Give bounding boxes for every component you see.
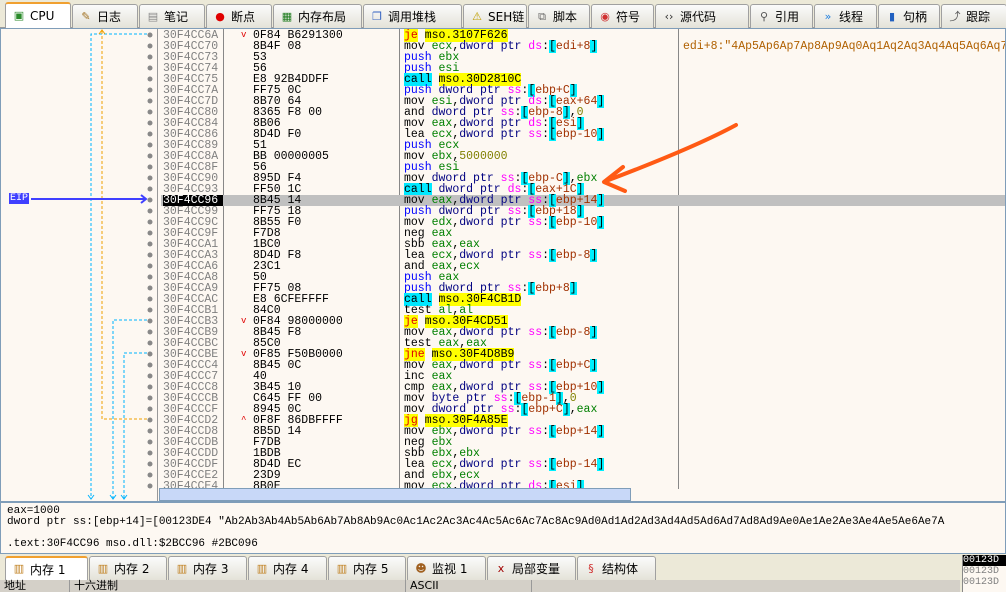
memory-map-icon: ▦ bbox=[281, 9, 293, 23]
threads-icon: » bbox=[824, 9, 832, 23]
memory-dump-header: 地址 十六进制 ASCII bbox=[0, 580, 960, 592]
symbol-icon: ◉ bbox=[600, 9, 610, 23]
tab-label: 内存 2 bbox=[114, 562, 150, 576]
tab-label: 源代码 bbox=[680, 10, 717, 24]
tab-label: 断点 bbox=[231, 10, 256, 24]
bottom-tab-6[interactable]: x 局部变量 bbox=[487, 556, 576, 580]
top-tab-12[interactable]: ▮ 句柄 bbox=[878, 4, 940, 28]
stack-row[interactable]: 00123D bbox=[963, 577, 1006, 588]
tab-label: 内存 3 bbox=[193, 562, 229, 576]
top-tab-1[interactable]: ✎ 日志 bbox=[72, 4, 138, 28]
watch-icon: ☻ bbox=[415, 561, 427, 575]
seh-chain-icon: ⚠ bbox=[472, 9, 482, 23]
tab-label: 笔记 bbox=[164, 10, 189, 24]
stack-panel[interactable]: 00123D 00123D 00123D bbox=[962, 555, 1006, 592]
memory-dump-icon: ▥ bbox=[13, 562, 25, 575]
tab-label: 符号 bbox=[616, 10, 641, 24]
info-panel: eax=1000 dword ptr ss:[ebp+14]=[00123DE4 … bbox=[0, 502, 1006, 554]
top-tab-10[interactable]: ⚲ 引用 bbox=[750, 4, 813, 28]
info-line-memory: dword ptr ss:[ebp+14]=[00123DE4 "Ab2Ab3A… bbox=[7, 516, 945, 528]
tab-label: 内存 4 bbox=[273, 562, 309, 576]
top-tab-7[interactable]: ⧉ 脚本 bbox=[528, 4, 590, 28]
top-tab-2[interactable]: ▤ 笔记 bbox=[139, 4, 205, 28]
memory-dump-icon: ▥ bbox=[97, 561, 109, 575]
top-tab-8[interactable]: ◉ 符号 bbox=[591, 4, 654, 28]
top-tab-13[interactable]: ⤴ 跟踪 bbox=[941, 4, 1006, 28]
header-hex: 十六进制 bbox=[70, 580, 406, 592]
top-tab-6[interactable]: ⚠ SEH链 bbox=[463, 4, 527, 28]
bottom-tab-bar: ▥ 内存 1 ▥ 内存 2 ▥ 内存 3 ▥ 内存 4 ▥ 内存 5 ☻ 监视 1 x 局部变量 § 结构体 bbox=[0, 554, 960, 580]
source-code-icon: ‹› bbox=[664, 9, 674, 23]
script-icon: ⧉ bbox=[538, 9, 546, 23]
tab-label: 线程 bbox=[839, 10, 864, 24]
memory-dump-icon: ▥ bbox=[176, 561, 188, 575]
top-tab-5[interactable]: ❐ 调用堆栈 bbox=[363, 4, 462, 28]
call-stack-icon: ❐ bbox=[372, 9, 382, 23]
locals-icon: x bbox=[497, 561, 505, 575]
top-tab-0[interactable]: ▣ CPU bbox=[5, 2, 71, 28]
tab-label: 内存 1 bbox=[30, 562, 66, 577]
tab-label: CPU bbox=[30, 9, 55, 23]
disassembly-view[interactable]: EIP 30F4CC6A v 0F84 B6291300 je mso.3107F62… bbox=[0, 28, 1006, 502]
stack-row[interactable]: 00123D bbox=[963, 555, 1006, 566]
tab-label: 内存布局 bbox=[298, 10, 347, 24]
handles-icon: ▮ bbox=[888, 9, 896, 23]
tab-label: SEH链 bbox=[488, 10, 525, 24]
cpu-chip-icon: ▣ bbox=[13, 9, 25, 22]
trace-icon: ⤴ bbox=[949, 9, 961, 23]
bottom-tab-4[interactable]: ▥ 内存 5 bbox=[328, 556, 406, 580]
bottom-tab-0[interactable]: ▥ 内存 1 bbox=[5, 556, 88, 580]
references-search-icon: ⚲ bbox=[759, 9, 769, 23]
tab-label: 跟踪 bbox=[966, 10, 991, 24]
struct-icon: § bbox=[588, 561, 594, 575]
bottom-tab-7[interactable]: § 结构体 bbox=[577, 556, 656, 580]
top-tab-9[interactable]: ‹› 源代码 bbox=[655, 4, 749, 28]
top-tab-11[interactable]: » 线程 bbox=[814, 4, 877, 28]
top-tab-3[interactable]: ● 断点 bbox=[206, 4, 272, 28]
memory-dump-icon: ▥ bbox=[256, 561, 268, 575]
tab-label: 局部变量 bbox=[512, 562, 561, 576]
tab-label: 脚本 bbox=[553, 10, 578, 24]
top-tab-4[interactable]: ▦ 内存布局 bbox=[273, 4, 362, 28]
bottom-tab-3[interactable]: ▥ 内存 4 bbox=[248, 556, 327, 580]
annotation-arrow bbox=[602, 123, 738, 193]
info-line-address: .text:30F4CC96 mso.dll:$2BCC96 #2BC096 bbox=[7, 538, 258, 550]
tab-label: 日志 bbox=[97, 10, 122, 24]
bottom-tab-2[interactable]: ▥ 内存 3 bbox=[168, 556, 247, 580]
breakpoint-dot-icon: ● bbox=[215, 9, 225, 23]
header-ascii: ASCII bbox=[406, 580, 532, 592]
stack-row[interactable]: 00123D bbox=[963, 566, 1006, 577]
header-address: 地址 bbox=[0, 580, 70, 592]
log-notepad-icon: ✎ bbox=[81, 9, 91, 23]
tab-label: 监视 1 bbox=[432, 562, 468, 576]
bottom-tab-1[interactable]: ▥ 内存 2 bbox=[89, 556, 167, 580]
memory-dump-icon: ▥ bbox=[336, 561, 348, 575]
tab-label: 结构体 bbox=[602, 562, 639, 576]
tab-label: 引用 bbox=[775, 10, 800, 24]
bottom-tab-5[interactable]: ☻ 监视 1 bbox=[407, 556, 486, 580]
tab-label: 内存 5 bbox=[353, 562, 389, 576]
tab-label: 调用堆栈 bbox=[388, 10, 437, 24]
notes-icon: ▤ bbox=[147, 9, 159, 23]
top-tab-bar: ▣ CPU ✎ 日志 ▤ 笔记 ● 断点 ▦ 内存布局 ❐ 调用堆栈 ⚠ SEH链 ⧉ 脚本 ◉ 符号 ‹› 源代码 ⚲… bbox=[0, 0, 1006, 28]
tab-label: 句柄 bbox=[903, 10, 928, 24]
